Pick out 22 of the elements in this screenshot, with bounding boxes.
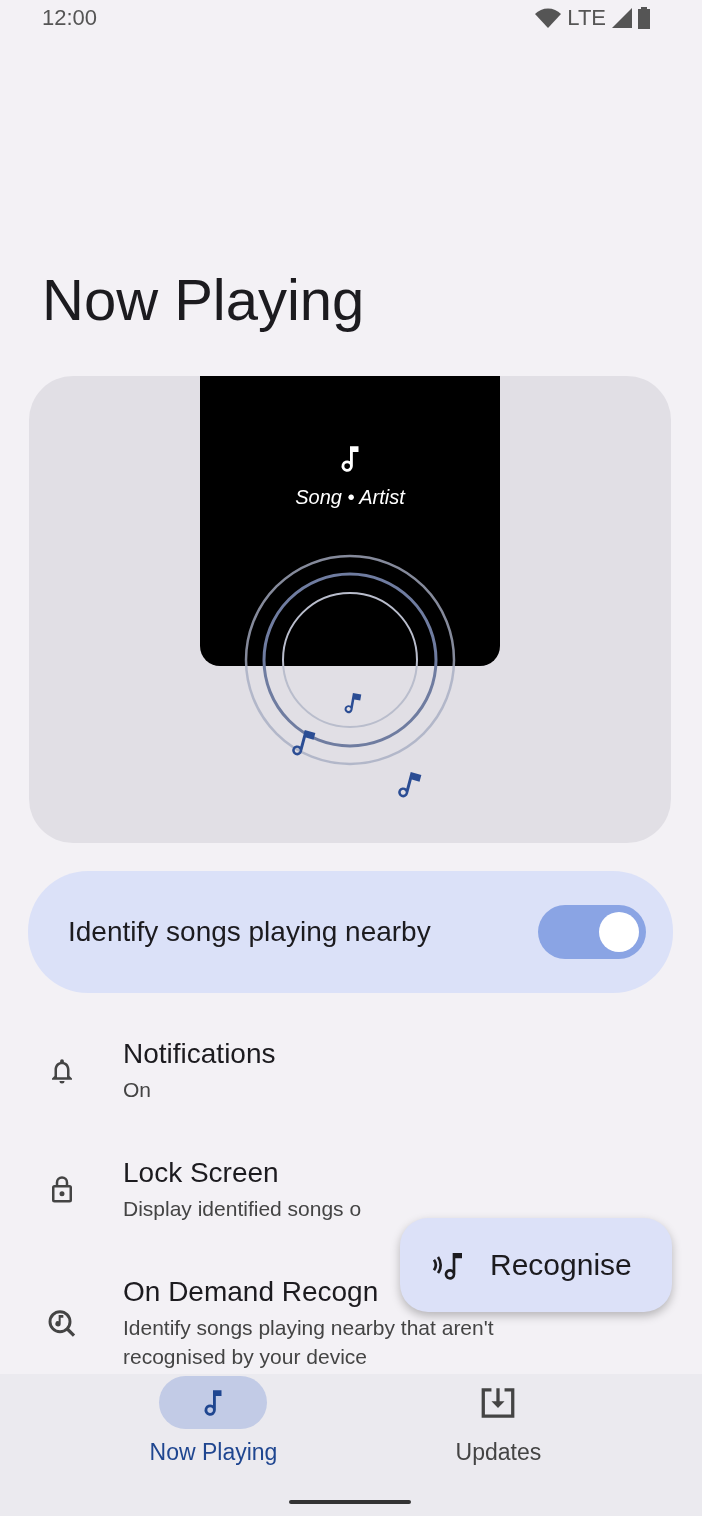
setting-subtitle: Display identified songs o bbox=[123, 1196, 362, 1222]
identify-switch[interactable] bbox=[538, 905, 646, 959]
music-note-icon bbox=[398, 772, 422, 798]
music-note-icon bbox=[344, 693, 362, 714]
wifi-icon bbox=[535, 8, 562, 28]
song-caption: Song • Artist bbox=[295, 486, 405, 509]
battery-icon bbox=[638, 7, 650, 29]
page-title: Now Playing bbox=[42, 266, 366, 334]
toggle-label: Identify songs playing nearby bbox=[68, 916, 431, 948]
nav-tab[interactable]: Now Playing bbox=[149, 1376, 278, 1466]
network-type: LTE bbox=[567, 5, 606, 31]
nav-tab[interactable]: Updates bbox=[444, 1376, 553, 1466]
setting-title[interactable]: Lock Screen bbox=[123, 1156, 279, 1190]
setting-title[interactable]: Notifications bbox=[123, 1037, 276, 1071]
signal-icon bbox=[612, 8, 632, 28]
recognise-button[interactable]: Recognise bbox=[400, 1218, 672, 1312]
music-search-icon bbox=[46, 1307, 78, 1339]
setting-title[interactable]: On Demand Recogn bbox=[123, 1275, 379, 1309]
setting-subtitle: Identify songs playing nearby that aren't recognised by your device bbox=[123, 1315, 495, 1370]
music-note-icon bbox=[292, 730, 316, 756]
status-time: 12:00 bbox=[42, 5, 98, 31]
setting-subtitle: On bbox=[123, 1077, 152, 1103]
